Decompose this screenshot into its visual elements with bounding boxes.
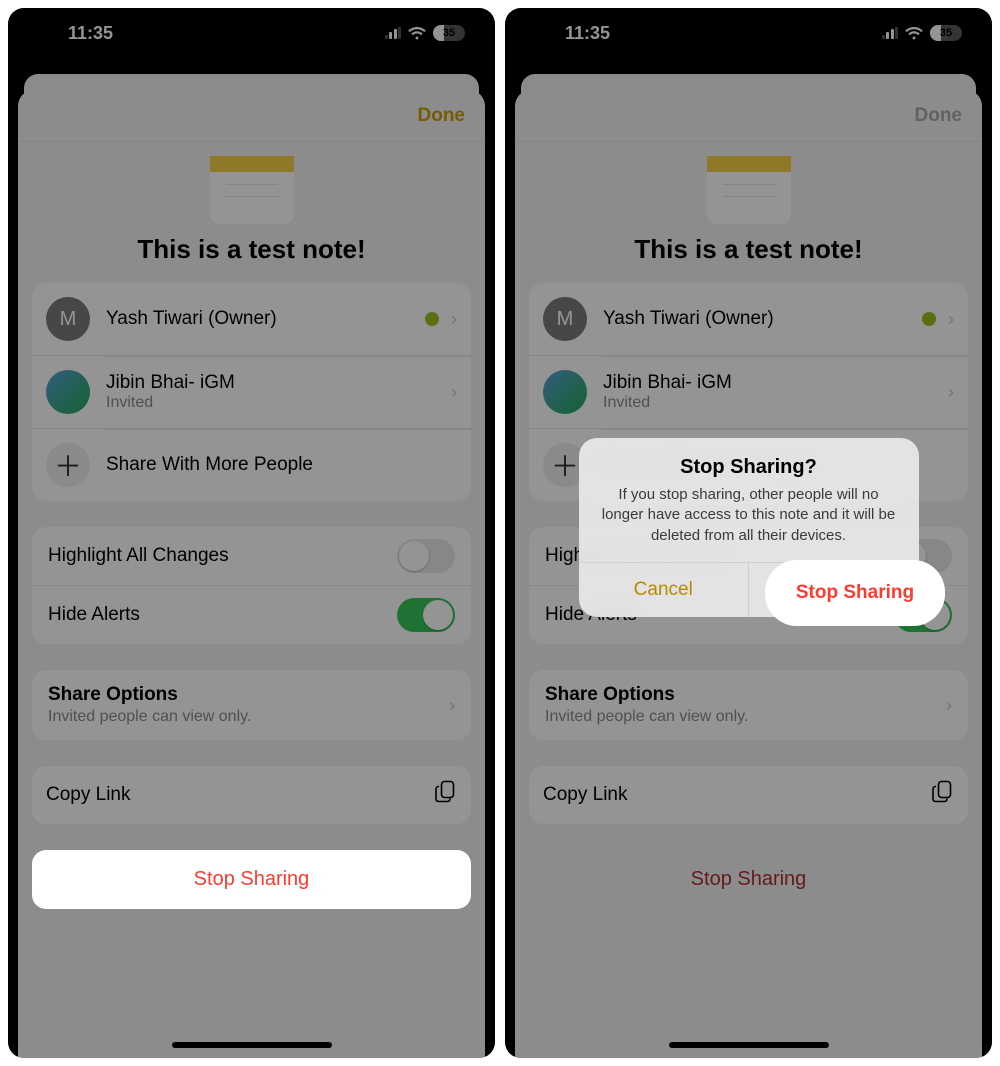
share-more-row[interactable]: ＋ Share With More People bbox=[32, 428, 471, 501]
person-name: Yash Tiwari (Owner) bbox=[106, 308, 425, 330]
people-group: M Yash Tiwari (Owner) › Jibin Bhai- iGM … bbox=[32, 283, 471, 501]
person-row-owner[interactable]: M Yash Tiwari (Owner) › bbox=[32, 283, 471, 355]
person-row-invited[interactable]: Jibin Bhai- iGM Invited › bbox=[32, 355, 471, 428]
copy-link-label: Copy Link bbox=[46, 784, 435, 806]
copy-icon bbox=[435, 780, 457, 810]
phone-right: 11:35 35 Done This is a test note! M Yas… bbox=[505, 8, 992, 1058]
home-indicator[interactable] bbox=[172, 1042, 332, 1048]
copy-link-group: Copy Link bbox=[32, 766, 471, 824]
cellular-icon bbox=[385, 27, 402, 39]
battery-icon: 35 bbox=[433, 25, 465, 41]
plus-icon: ＋ bbox=[46, 443, 90, 487]
share-options-group: Share Options Invited people can view on… bbox=[32, 670, 471, 740]
share-options-title: Share Options bbox=[48, 684, 445, 706]
sheet-header: Done bbox=[18, 90, 485, 142]
status-time: 11:35 bbox=[68, 23, 113, 44]
stop-sharing-button[interactable]: Stop Sharing bbox=[32, 850, 471, 909]
share-options-row[interactable]: Share Options Invited people can view on… bbox=[32, 670, 471, 740]
done-button[interactable]: Done bbox=[418, 105, 466, 127]
share-options-sub: Invited people can view only. bbox=[48, 708, 445, 726]
copy-link-row[interactable]: Copy Link bbox=[32, 766, 471, 824]
hide-alerts-row: Hide Alerts bbox=[32, 585, 471, 644]
hide-alerts-toggle[interactable] bbox=[397, 598, 455, 632]
avatar-initial: M bbox=[46, 297, 90, 341]
highlight-changes-label: Highlight All Changes bbox=[48, 545, 397, 567]
wifi-icon bbox=[408, 27, 426, 40]
highlight-changes-row: Highlight All Changes bbox=[32, 527, 471, 585]
chevron-right-icon: › bbox=[449, 695, 455, 716]
chevron-right-icon: › bbox=[451, 382, 457, 403]
note-title: This is a test note! bbox=[18, 234, 485, 265]
status-bar: 11:35 35 bbox=[8, 8, 495, 58]
highlight-changes-toggle[interactable] bbox=[397, 539, 455, 573]
alert-confirm-highlight[interactable]: Stop Sharing bbox=[765, 560, 945, 626]
settings-group: Highlight All Changes Hide Alerts bbox=[32, 527, 471, 644]
status-right: 35 bbox=[385, 25, 466, 41]
alert-message: If you stop sharing, other people will n… bbox=[597, 485, 901, 546]
person-status: Invited bbox=[106, 394, 447, 412]
alert-title: Stop Sharing? bbox=[597, 456, 901, 479]
presence-dot-icon bbox=[425, 312, 439, 326]
alert-cancel-button[interactable]: Cancel bbox=[579, 563, 750, 617]
avatar-photo bbox=[46, 370, 90, 414]
share-more-label: Share With More People bbox=[106, 454, 457, 476]
note-icon bbox=[210, 156, 294, 224]
hide-alerts-label: Hide Alerts bbox=[48, 604, 397, 626]
sheet-stack: Done This is a test note! M Yash Tiwari … bbox=[18, 74, 485, 1058]
person-main: Jibin Bhai- iGM Invited bbox=[106, 372, 447, 412]
phone-left: 11:35 35 Done This is a test note! M Yas… bbox=[8, 8, 495, 1058]
chevron-right-icon: › bbox=[451, 309, 457, 330]
person-name: Jibin Bhai- iGM bbox=[106, 372, 447, 394]
share-sheet: Done This is a test note! M Yash Tiwari … bbox=[18, 90, 485, 1058]
